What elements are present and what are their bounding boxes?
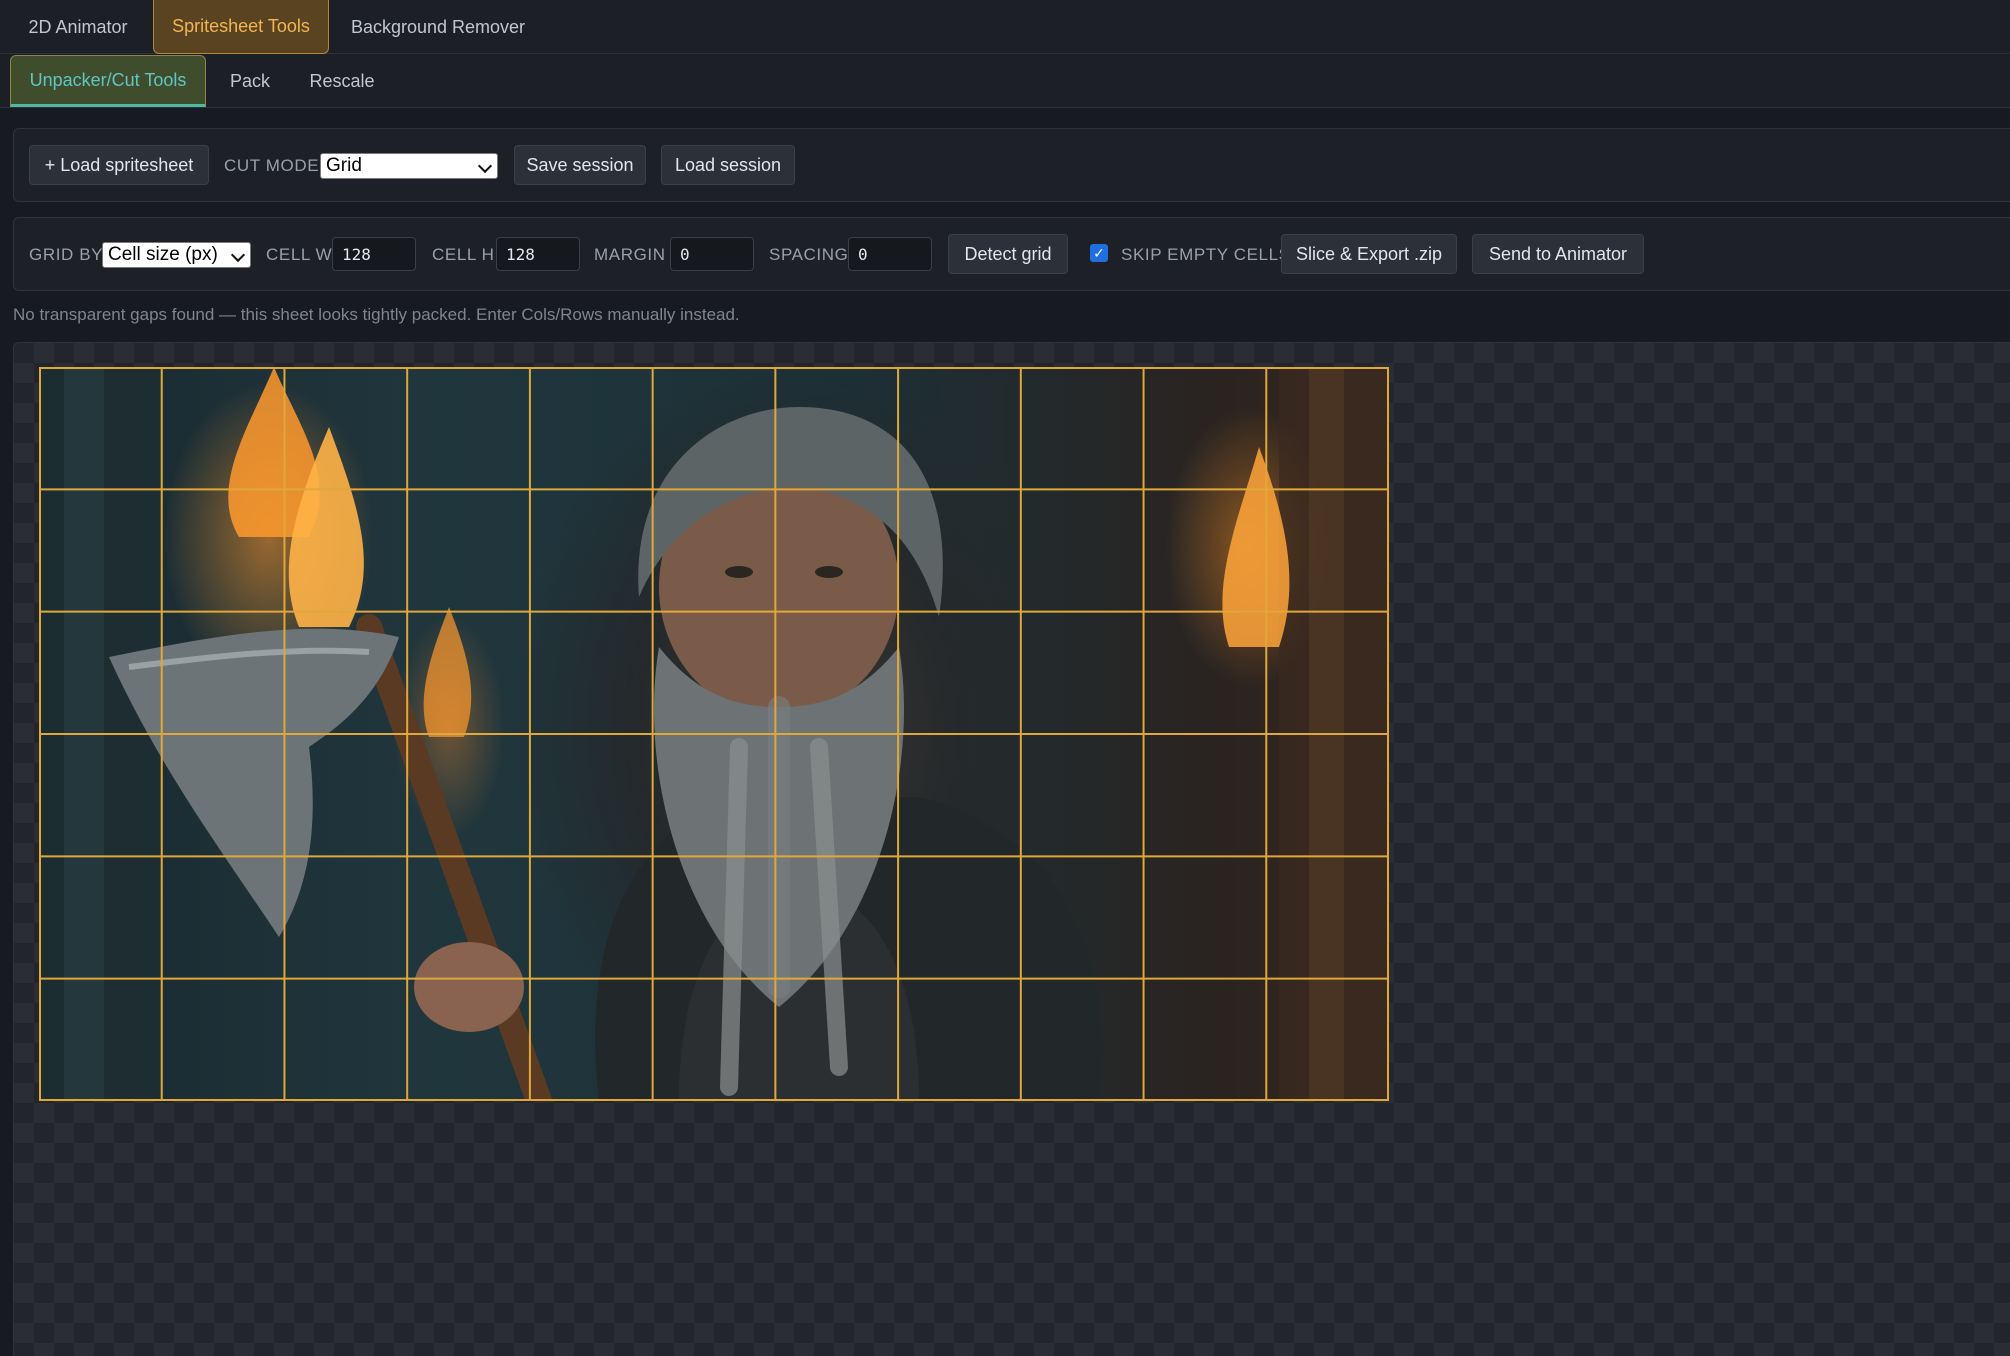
cut-mode-select[interactable]: Grid	[320, 153, 498, 179]
cell-w-input[interactable]: 128	[332, 237, 416, 271]
spacing-input[interactable]: 0	[848, 237, 932, 271]
detect-grid-button[interactable]: Detect grid	[948, 234, 1068, 274]
skip-empty-checkbox[interactable]: ✓	[1090, 244, 1108, 262]
tab-2d-animator[interactable]: 2D Animator	[8, 0, 148, 54]
margin-label: MARGIN	[594, 245, 666, 264]
sub-tab-bar: Unpacker/Cut Tools Pack Rescale	[0, 54, 2010, 108]
grid-overlay	[39, 367, 1389, 1101]
cell-h-label: CELL H	[432, 245, 495, 264]
load-spritesheet-button[interactable]: + Load spritesheet	[29, 145, 209, 185]
tab-rescale[interactable]: Rescale	[302, 54, 382, 108]
cell-h-input[interactable]: 128	[496, 237, 580, 271]
load-session-button[interactable]: Load session	[661, 145, 795, 185]
top-tab-bar: 2D Animator Spritesheet Tools Background…	[0, 0, 2010, 54]
detect-hint-text: No transparent gaps found — this sheet l…	[13, 305, 740, 324]
tab-spritesheet-tools[interactable]: Spritesheet Tools	[153, 0, 329, 54]
grid-by-value: Cell size (px)	[108, 244, 218, 265]
tab-pack[interactable]: Pack	[219, 54, 281, 108]
skip-empty-label: SKIP EMPTY CELLS	[1121, 245, 1291, 264]
spritesheet-image	[39, 367, 1389, 1101]
sprite-canvas[interactable]	[13, 342, 2010, 1356]
load-toolbar: + Load spritesheet CUT MODE Grid Save se…	[13, 128, 2010, 202]
margin-input[interactable]: 0	[670, 237, 754, 271]
tab-unpacker-cut-tools[interactable]: Unpacker/Cut Tools	[10, 55, 206, 107]
chevron-down-icon	[230, 247, 246, 263]
grid-by-label: GRID BY	[29, 245, 104, 264]
cell-w-label: CELL W	[266, 245, 333, 264]
chevron-down-icon	[477, 158, 493, 174]
grid-by-select[interactable]: Cell size (px)	[102, 242, 251, 268]
slice-export-button[interactable]: Slice & Export .zip	[1281, 234, 1457, 274]
grid-toolbar: GRID BY Cell size (px) CELL W 128 CELL H…	[13, 217, 2010, 291]
cut-mode-label: CUT MODE	[224, 156, 320, 175]
tab-background-remover[interactable]: Background Remover	[335, 0, 541, 54]
send-to-animator-button[interactable]: Send to Animator	[1472, 234, 1644, 274]
cut-mode-value: Grid	[326, 155, 362, 176]
spacing-label: SPACING	[769, 245, 849, 264]
save-session-button[interactable]: Save session	[514, 145, 646, 185]
